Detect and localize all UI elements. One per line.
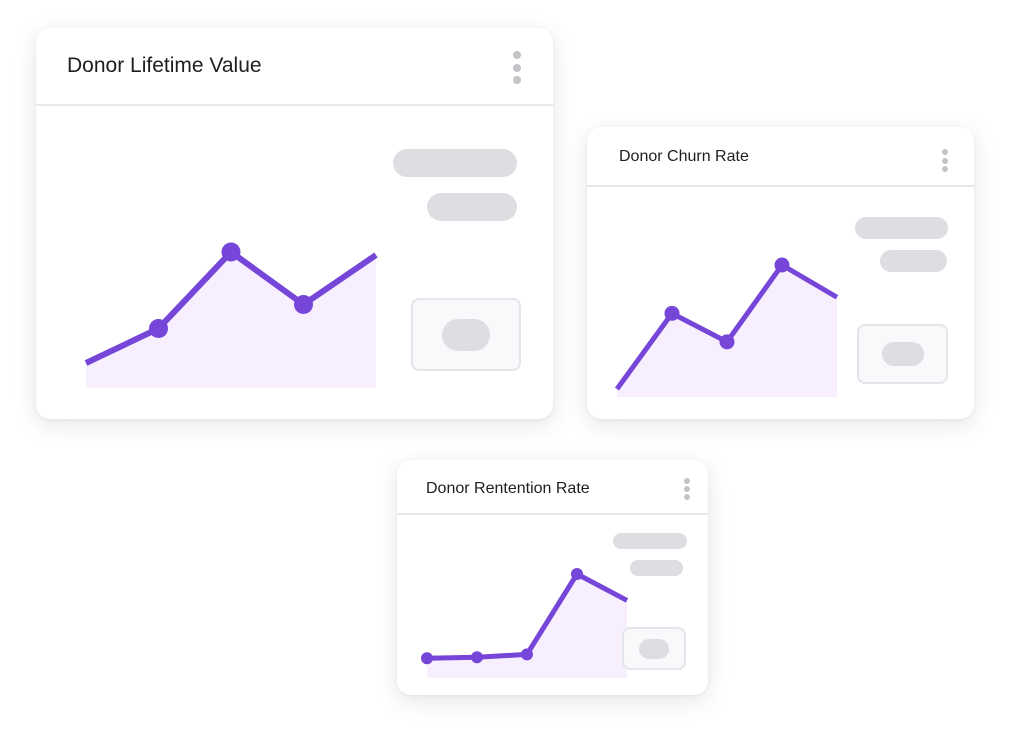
line-area-chart (84, 242, 378, 388)
data-point (774, 257, 790, 273)
skeleton-line (393, 149, 517, 177)
line-area-chart (421, 568, 629, 678)
donor-churn-rate-card: Donor Churn Rate (587, 127, 974, 419)
area-fill (617, 265, 837, 397)
skeleton-label (881, 342, 924, 366)
skeleton-label (442, 318, 490, 351)
data-point (149, 319, 168, 338)
area-fill (86, 252, 376, 388)
donor-lifetime-value-card: Donor Lifetime Value (36, 28, 553, 419)
placeholder-button[interactable] (857, 324, 948, 384)
kebab-vertical-icon[interactable] (941, 149, 949, 172)
data-point (719, 334, 735, 350)
kebab-vertical-icon[interactable] (683, 478, 691, 500)
card-header: Donor Churn Rate (587, 127, 974, 187)
skeleton-line (880, 250, 947, 272)
skeleton-line (427, 193, 517, 221)
data-point (521, 648, 533, 661)
data-point (421, 652, 433, 665)
card-header: Donor Rentention Rate (397, 460, 708, 515)
skeleton-line (855, 217, 948, 239)
data-point (664, 305, 680, 321)
placeholder-button[interactable] (622, 627, 686, 670)
card-title: Donor Churn Rate (619, 148, 749, 165)
donor-retention-rate-card: Donor Rentention Rate (397, 460, 708, 695)
data-point (221, 242, 241, 262)
skeleton-line (613, 533, 687, 549)
skeleton-line (630, 560, 683, 576)
data-point (571, 568, 583, 580)
card-title: Donor Rentention Rate (426, 480, 590, 497)
area-fill (427, 574, 627, 678)
card-header: Donor Lifetime Value (36, 28, 553, 106)
placeholder-button[interactable] (411, 298, 521, 371)
data-point (294, 295, 313, 314)
kebab-vertical-icon[interactable] (512, 51, 522, 84)
data-point (471, 651, 483, 664)
skeleton-label (639, 638, 669, 659)
card-title: Donor Lifetime Value (67, 54, 262, 77)
line-area-chart (614, 257, 839, 397)
